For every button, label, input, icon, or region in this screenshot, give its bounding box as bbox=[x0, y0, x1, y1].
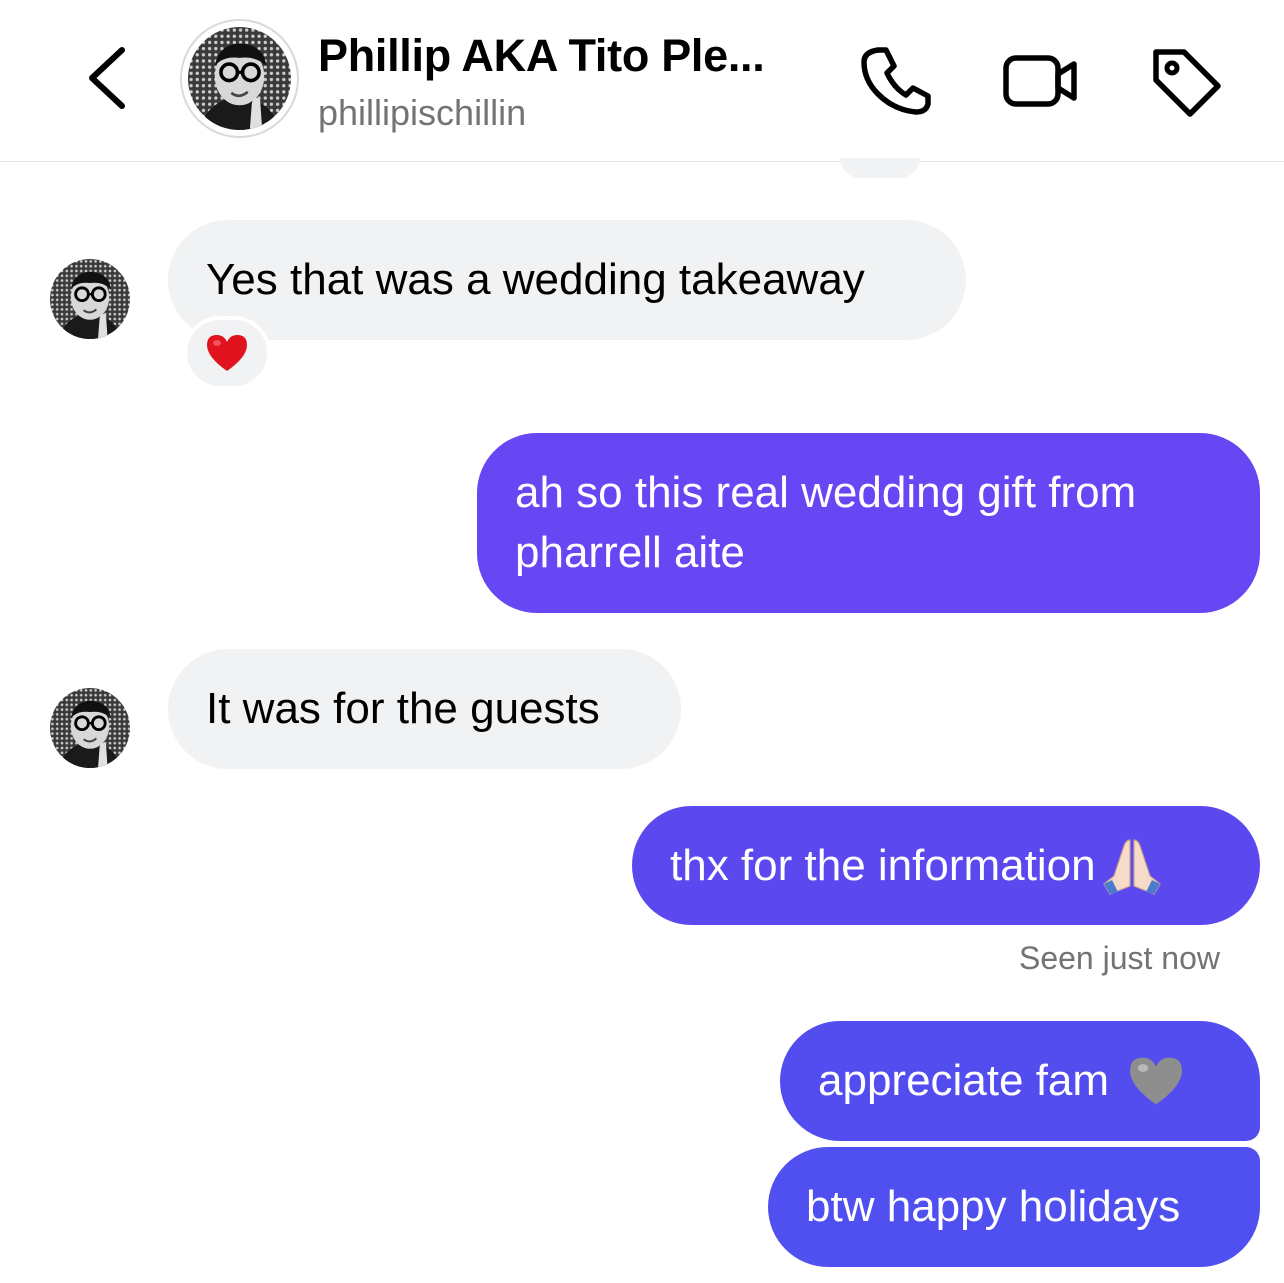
incoming-message[interactable]: It was for the guests bbox=[168, 649, 681, 769]
message-text: thx for the information bbox=[670, 840, 1096, 890]
avatar-image bbox=[188, 27, 291, 130]
chevron-left-icon bbox=[89, 47, 125, 109]
audio-call-button[interactable] bbox=[856, 40, 936, 120]
contact-handle[interactable]: phillipischillin bbox=[318, 92, 526, 134]
message-text: It was for the guests bbox=[206, 684, 600, 733]
message-reaction[interactable] bbox=[183, 316, 271, 390]
sender-avatar[interactable] bbox=[50, 688, 130, 768]
message-text: Yes that was a wedding takeaway bbox=[206, 255, 865, 304]
previous-message-edge bbox=[840, 158, 920, 178]
incoming-message[interactable]: Yes that was a wedding takeaway bbox=[168, 220, 966, 340]
contact-name[interactable]: Phillip AKA Tito Ple... bbox=[318, 30, 765, 82]
sender-avatar[interactable] bbox=[50, 259, 130, 339]
red-heart-icon bbox=[207, 335, 247, 371]
outgoing-message[interactable]: btw happy holidays bbox=[768, 1147, 1260, 1267]
grey-heart-icon bbox=[1130, 1057, 1183, 1105]
video-call-button[interactable] bbox=[1000, 40, 1080, 120]
contact-avatar[interactable] bbox=[180, 19, 299, 138]
back-button[interactable] bbox=[76, 38, 140, 118]
tag-icon bbox=[1153, 49, 1221, 117]
video-camera-icon bbox=[1003, 55, 1077, 107]
phone-icon bbox=[861, 47, 931, 115]
avatar-image bbox=[50, 259, 130, 339]
message-text: btw happy holidays bbox=[806, 1182, 1181, 1231]
message-text: ah so this real wedding gift from pharre… bbox=[515, 468, 1137, 577]
outgoing-message[interactable]: appreciate fam bbox=[780, 1021, 1260, 1141]
folded-hands-icon bbox=[1102, 838, 1161, 895]
tag-button[interactable] bbox=[1146, 40, 1226, 120]
outgoing-message[interactable]: ah so this real wedding gift from pharre… bbox=[477, 433, 1260, 613]
avatar-image bbox=[50, 688, 130, 768]
message-text: appreciate fam bbox=[818, 1056, 1110, 1105]
seen-status: Seen just now bbox=[1018, 940, 1220, 976]
outgoing-message[interactable]: thx for the information bbox=[632, 806, 1260, 925]
conversation-header: Phillip AKA Tito Ple... phillipischillin bbox=[0, 0, 1284, 162]
